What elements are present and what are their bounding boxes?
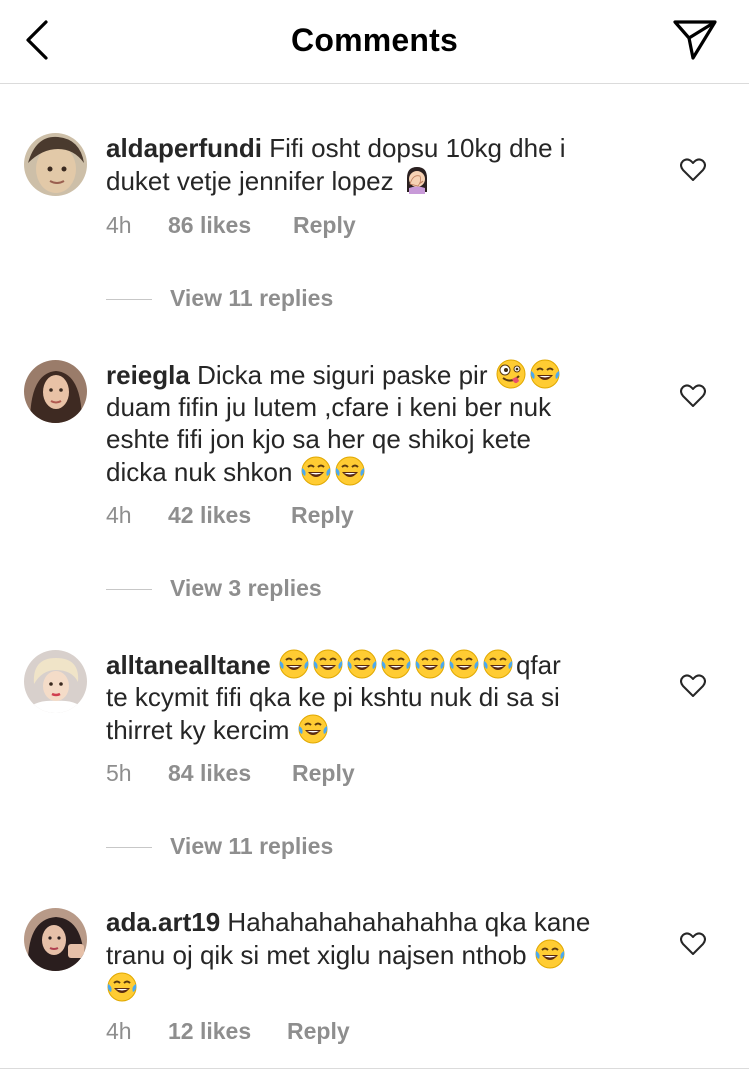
comment-body-line: te kcymit fifi qka ke pi kshtu nuk di sa… <box>106 682 560 712</box>
avatar[interactable] <box>24 360 87 423</box>
like-button[interactable] <box>680 384 706 408</box>
comment-body-line: duket vetje jennifer lopez <box>106 166 394 196</box>
laughing-emoji <box>346 648 378 680</box>
heart-outline-icon <box>680 158 706 181</box>
comment-text: reiegla Dicka me siguri paske pir duam f… <box>106 358 666 488</box>
reply-button[interactable]: Reply <box>293 212 356 239</box>
reply-button[interactable]: Reply <box>291 502 354 529</box>
replies-divider <box>106 589 152 590</box>
comment-username[interactable]: reiegla <box>106 360 190 390</box>
likes-count[interactable]: 86 likes <box>168 212 251 239</box>
likes-count[interactable]: 12 likes <box>168 1018 251 1045</box>
view-replies-label: View 11 replies <box>170 285 334 311</box>
comment-text: ada.art19 Hahahahahahahahha qka kane tra… <box>106 906 666 1004</box>
comment-body-line: Hahahahahahahahha qka kane <box>227 907 591 937</box>
comments-header: Comments <box>0 0 749 84</box>
laughing-emoji <box>482 648 514 680</box>
comment-time: 4h <box>106 1018 132 1044</box>
woman-facepalming-emoji <box>401 164 433 196</box>
comment-time: 5h <box>106 760 132 786</box>
replies-divider <box>106 299 152 300</box>
comment-text: alltanealltane qfar te kcymit fifi qka k… <box>106 648 666 746</box>
laughing-emoji <box>448 648 480 680</box>
replies-divider <box>106 847 152 848</box>
avatar[interactable] <box>24 650 87 713</box>
comment-body-line: thirret ky kercim <box>106 715 290 745</box>
heart-outline-icon <box>680 384 706 407</box>
send-button[interactable] <box>671 16 719 62</box>
likes-count[interactable]: 42 likes <box>168 502 251 529</box>
view-replies-label: View 11 replies <box>170 833 334 859</box>
laughing-emoji <box>334 455 366 487</box>
comment-body-line: duam fifin ju lutem ,cfare i keni ber nu… <box>106 392 552 422</box>
laughing-emoji <box>278 648 310 680</box>
laughing-emoji <box>300 455 332 487</box>
page-title: Comments <box>291 22 458 58</box>
laughing-emoji <box>297 713 329 745</box>
heart-outline-icon <box>680 674 706 697</box>
laughing-emoji <box>312 648 344 680</box>
paper-plane-icon <box>673 20 717 60</box>
comment-body-line: tranu oj qik si met xiglu najsen nthob <box>106 940 527 970</box>
comment-body-line: Dicka me siguri paske pir <box>197 360 488 390</box>
laughing-emoji <box>380 648 412 680</box>
comment-username[interactable]: aldaperfundi <box>106 133 262 163</box>
like-button[interactable] <box>680 674 706 698</box>
avatar[interactable] <box>24 908 87 971</box>
comment-body-line: qfar <box>515 650 561 680</box>
like-button[interactable] <box>680 158 706 182</box>
comment-username[interactable]: alltanealltane <box>106 650 271 680</box>
zany-face-emoji <box>495 358 527 390</box>
heart-outline-icon <box>680 932 706 955</box>
comment-time: 4h <box>106 212 132 238</box>
like-button[interactable] <box>680 932 706 956</box>
laughing-emoji <box>534 938 566 970</box>
comment-body-line: Fifi osht dopsu 10kg dhe i <box>269 133 566 163</box>
laughing-emoji <box>529 358 561 390</box>
comment-text: aldaperfundi Fifi osht dopsu 10kg dhe i … <box>106 132 666 197</box>
reply-button[interactable]: Reply <box>287 1018 350 1045</box>
comment-username[interactable]: ada.art19 <box>106 907 220 937</box>
comment-time: 4h <box>106 502 132 528</box>
laughing-emoji <box>106 971 138 1003</box>
avatar[interactable] <box>24 133 87 196</box>
view-replies-label: View 3 replies <box>170 575 322 601</box>
laughing-emoji <box>414 648 446 680</box>
comment-body-line: eshte fifi jon kjo sa her qe shikoj kete <box>106 424 531 454</box>
comment-body-line: dicka nuk shkon <box>106 457 293 487</box>
likes-count[interactable]: 84 likes <box>168 760 251 787</box>
bottom-divider <box>0 1068 749 1069</box>
reply-button[interactable]: Reply <box>292 760 355 787</box>
